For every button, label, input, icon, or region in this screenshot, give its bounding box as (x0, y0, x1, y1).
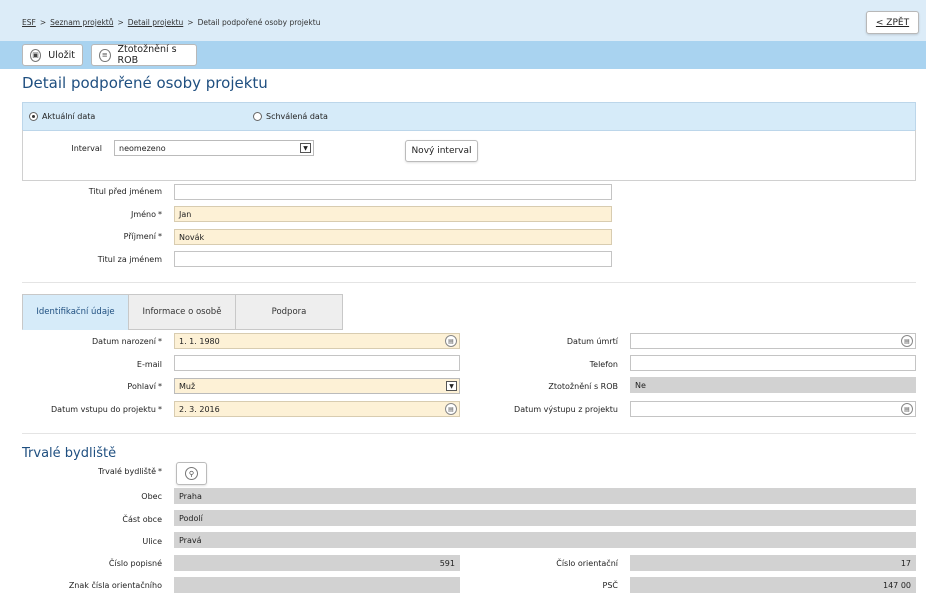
back-button[interactable]: < ZPĚT (866, 11, 919, 34)
address-label: Trvalé bydliště * (30, 467, 162, 476)
save-icon: ▣ (30, 48, 42, 62)
breadcrumb-esf[interactable]: ESF (22, 18, 36, 27)
street-label: Ulice (142, 537, 162, 546)
district-value: Podolí (174, 510, 916, 526)
rob-value: Ne (630, 377, 916, 393)
breadcrumb-projects[interactable]: Seznam projektů (50, 18, 113, 27)
phone-label: Telefon (589, 360, 618, 369)
page-title: Detail podpořené osoby projektu (22, 74, 268, 92)
birth-date-label: Datum narození * (30, 337, 162, 346)
rob-label: Ztotožnění s ROB (548, 382, 618, 391)
save-button-label: Uložit (48, 49, 75, 61)
interval-value: neomezeno (119, 144, 166, 153)
radio-unselected-icon (253, 112, 262, 121)
exit-date-label: Datum výstupu z projektu (514, 405, 618, 414)
entry-date-value: 2. 3. 2016 (179, 405, 220, 414)
gender-value: Muž (179, 382, 196, 391)
chevron-down-icon: ▼ (446, 381, 457, 391)
title-after-label: Titul za jménem (97, 255, 162, 264)
last-name-label-text: Příjmení (123, 232, 156, 241)
gender-label: Pohlaví * (30, 382, 162, 391)
toolbar: ▣ Uložit ≡ Ztotožnění s ROB (0, 41, 926, 69)
orientation-number-label: Číslo orientační (556, 559, 618, 568)
required-mark: * (158, 232, 162, 241)
required-mark: * (158, 337, 162, 346)
interval-select[interactable]: neomezeno ▼ (114, 140, 314, 156)
radio-current-label: Aktuální data (42, 112, 96, 121)
email-input[interactable] (174, 355, 460, 371)
breadcrumb-separator: > (117, 18, 124, 27)
calendar-icon[interactable]: ▤ (901, 403, 913, 415)
orientation-sign-value (174, 577, 460, 593)
city-value: Praha (174, 488, 916, 504)
required-mark: * (158, 382, 162, 391)
breadcrumb-project-detail[interactable]: Detail projektu (128, 18, 183, 27)
breadcrumb-current: Detail podpořené osoby projektu (197, 18, 321, 27)
title-before-label: Titul před jménem (88, 187, 162, 196)
chevron-down-icon: ▼ (300, 143, 311, 153)
last-name-input[interactable]: Novák (174, 229, 612, 245)
first-name-label-text: Jméno (130, 210, 156, 219)
death-date-label: Datum úmrtí (566, 337, 618, 346)
city-label: Obec (141, 492, 162, 501)
entry-date-label: Datum vstupu do projektu * (30, 405, 162, 414)
breadcrumb: ESF > Seznam projektů > Detail projektu > Deta… (22, 18, 320, 27)
tab-identification[interactable]: Identifikační údaje (22, 294, 129, 330)
birth-date-label-text: Datum narození (92, 337, 156, 346)
calendar-icon[interactable]: ▤ (445, 335, 457, 347)
orientation-sign-label: Znak čísla orientačního (68, 581, 162, 590)
radio-selected-icon (29, 112, 38, 121)
new-interval-button[interactable]: Nový interval (405, 140, 478, 162)
residence-section-title: Trvalé bydliště (22, 446, 117, 461)
radio-current-data[interactable]: Aktuální data (29, 112, 95, 121)
last-name-label: Příjmení * (40, 232, 162, 241)
tab-person-info[interactable]: Informace o osobě (128, 294, 236, 330)
address-label-text: Trvalé bydliště (98, 467, 156, 476)
calendar-icon[interactable]: ▤ (901, 335, 913, 347)
zip-label: PSČ (602, 581, 619, 590)
entry-date-label-text: Datum vstupu do projektu (51, 405, 156, 414)
breadcrumb-separator: > (187, 18, 194, 27)
exit-date-input[interactable]: ▤ (630, 401, 916, 417)
gender-select[interactable]: Muž ▼ (174, 378, 460, 394)
gender-label-text: Pohlaví (127, 382, 156, 391)
interval-label: Interval (71, 144, 102, 153)
death-date-input[interactable]: ▤ (630, 333, 916, 349)
calendar-icon[interactable]: ▤ (445, 403, 457, 415)
required-mark: * (158, 210, 162, 219)
radio-approved-label: Schválená data (266, 112, 328, 121)
birth-date-input[interactable]: 1. 1. 1980 ▤ (174, 333, 460, 349)
title-before-input[interactable] (174, 184, 612, 200)
rob-button[interactable]: ≡ Ztotožnění s ROB (91, 44, 197, 66)
entry-date-input[interactable]: 2. 3. 2016 ▤ (174, 401, 460, 417)
equals-icon: ≡ (99, 48, 111, 62)
required-mark: * (158, 467, 162, 476)
breadcrumb-separator: > (39, 18, 47, 27)
rob-button-label: Ztotožnění s ROB (117, 44, 177, 66)
required-mark: * (158, 405, 162, 414)
title-after-input[interactable] (174, 251, 612, 267)
district-label: Část obce (122, 515, 162, 524)
search-icon: ⚲ (185, 467, 198, 480)
radio-approved-data[interactable]: Schválená data (253, 112, 328, 121)
phone-input[interactable] (630, 355, 916, 371)
save-button[interactable]: ▣ Uložit (22, 44, 83, 66)
first-name-label: Jméno * (40, 210, 162, 219)
email-label: E-mail (136, 360, 162, 369)
divider (22, 433, 916, 434)
address-search-button[interactable]: ⚲ (176, 462, 207, 485)
house-number-label: Číslo popisné (108, 559, 162, 568)
zip-value: 147 00 (630, 577, 916, 593)
divider (22, 282, 916, 283)
data-mode-panel: Aktuální data Schválená data (22, 102, 916, 131)
birth-date-value: 1. 1. 1980 (179, 337, 220, 346)
orientation-number-value: 17 (630, 555, 916, 571)
house-number-value: 591 (174, 555, 460, 571)
tab-support[interactable]: Podpora (235, 294, 343, 330)
first-name-input[interactable]: Jan (174, 206, 612, 222)
street-value: Pravá (174, 532, 916, 548)
